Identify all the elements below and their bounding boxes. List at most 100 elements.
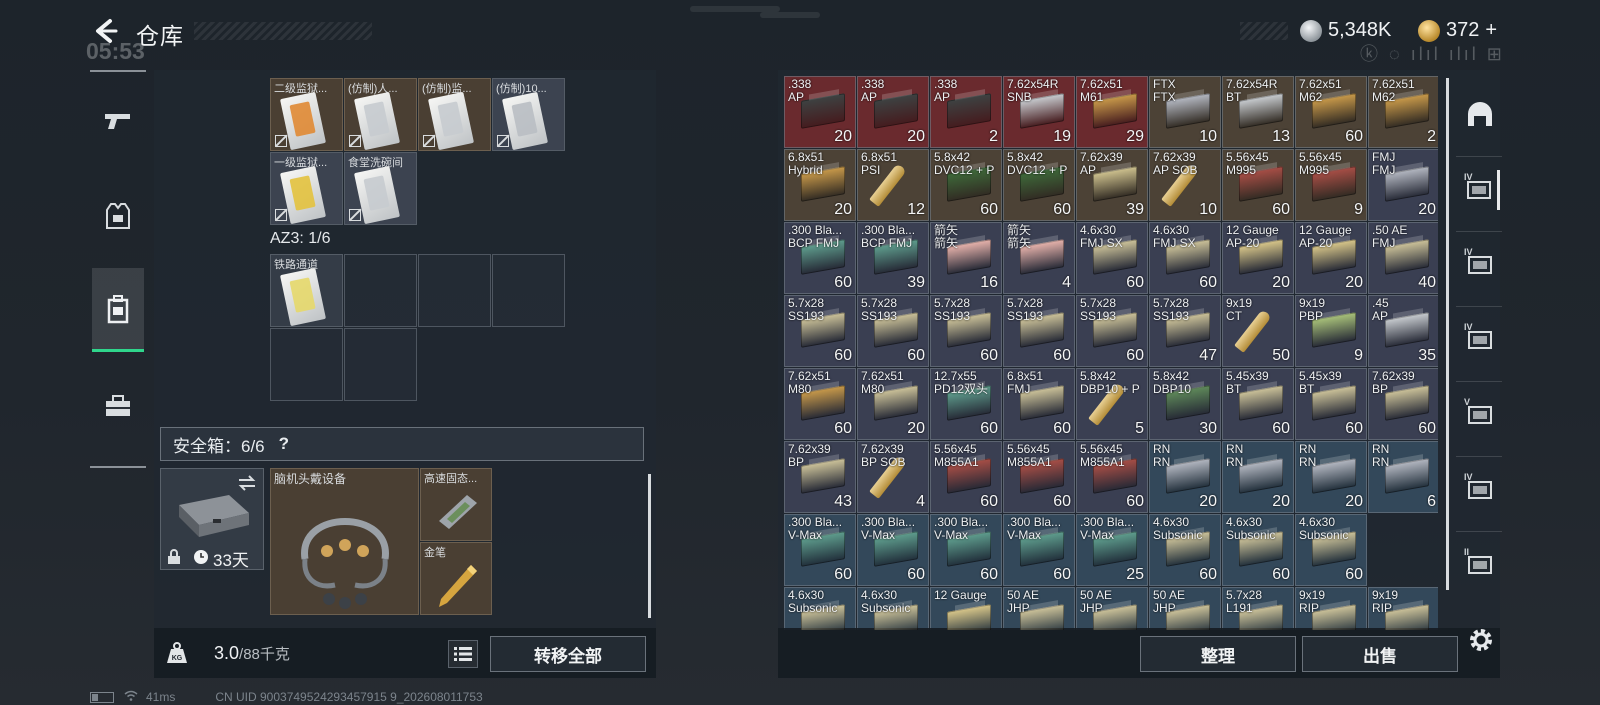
list-view-button[interactable] [448, 640, 478, 668]
stash-item[interactable]: FTX FTX 10 [1149, 76, 1221, 148]
keycard-slot[interactable]: (仿制)监... [418, 78, 491, 151]
az3-empty-slot[interactable] [492, 254, 565, 327]
stash-item[interactable]: 箭矢 箭矢 4 [1003, 222, 1075, 294]
tab-stash-page[interactable]: V [1460, 395, 1500, 435]
stash-item[interactable]: 4.6x30 Subsonic [857, 587, 929, 630]
stash-item[interactable]: 5.7x28 SS193 60 [930, 295, 1002, 367]
settings-button[interactable] [1465, 624, 1497, 656]
stash-item[interactable]: 7.62x39 AP SOB 10 [1149, 149, 1221, 221]
stash-item[interactable]: 5.7x28 SS193 60 [1076, 295, 1148, 367]
stash-item[interactable]: 5.56x45 M855A1 60 [1076, 441, 1148, 513]
stash-scrollbar[interactable] [1446, 78, 1449, 590]
stash-item[interactable]: RN RN 20 [1295, 441, 1367, 513]
stash-item[interactable]: 5.7x28 SS193 60 [784, 295, 856, 367]
stash-item[interactable]: 5.7x28 SS193 60 [1003, 295, 1075, 367]
tab-equipment[interactable] [1460, 96, 1500, 136]
nav-gear[interactable] [92, 174, 144, 258]
tab-stash-page[interactable]: IV [1460, 170, 1500, 210]
add-currency-button[interactable]: + [1485, 19, 1497, 42]
nav-containers[interactable] [92, 268, 144, 352]
stash-item[interactable]: 4.6x30 Subsonic [784, 587, 856, 630]
nav-supplies[interactable] [92, 364, 144, 448]
keycard-slot[interactable]: 一级监狱... [270, 152, 343, 225]
stash-item[interactable]: .300 Bla... BCP FMJ 39 [857, 222, 929, 294]
stash-item[interactable]: RN RN 20 [1222, 441, 1294, 513]
stash-item[interactable]: .338 AP 20 [784, 76, 856, 148]
stash-item[interactable]: FMJ FMJ 20 [1368, 149, 1438, 221]
stash-item[interactable]: 5.8x42 DBP10 30 [1149, 368, 1221, 440]
tab-stash-page[interactable]: II [1460, 545, 1500, 585]
stash-item[interactable]: 5.7x28 L191 [1222, 587, 1294, 630]
stash-item[interactable]: 5.45x39 BT 60 [1222, 368, 1294, 440]
stash-item[interactable]: 4.6x30 Subsonic 60 [1295, 514, 1367, 586]
stash-item[interactable]: .300 Bla... V-Max 60 [784, 514, 856, 586]
tab-stash-page[interactable]: IV [1460, 470, 1500, 510]
stash-item[interactable]: .338 AP 20 [857, 76, 929, 148]
stash-item[interactable]: 9x19 RIP [1368, 587, 1438, 630]
az3-empty-slot[interactable] [418, 254, 491, 327]
safe-item-gold-pen[interactable]: 金笔 [420, 542, 492, 615]
stash-item[interactable]: 5.8x42 DVC12 + P 60 [1003, 149, 1075, 221]
stash-item[interactable]: .50 AE FMJ 40 [1368, 222, 1438, 294]
keycard-slot[interactable]: 食堂洗碗间 [344, 152, 417, 225]
sell-button[interactable]: 出售 [1302, 636, 1458, 672]
stash-item[interactable]: 7.62x54R BT 13 [1222, 76, 1294, 148]
stash-item[interactable]: 4.6x30 Subsonic 60 [1222, 514, 1294, 586]
stash-item[interactable]: RN RN 20 [1149, 441, 1221, 513]
transfer-all-button[interactable]: 转移全部 [490, 636, 646, 672]
keycard-slot[interactable]: 二级监狱... [270, 78, 343, 151]
stash-item[interactable]: 箭矢 箭矢 16 [930, 222, 1002, 294]
stash-item[interactable]: 4.6x30 FMJ SX 60 [1076, 222, 1148, 294]
stash-item[interactable]: 5.8x42 DVC12 + P 60 [930, 149, 1002, 221]
stash-item[interactable]: 50 AE JHP [1076, 587, 1148, 630]
stash-item[interactable]: 12 Gauge [930, 587, 1002, 630]
stash-item[interactable]: 7.62x54R SNB 19 [1003, 76, 1075, 148]
stash-item[interactable]: .300 Bla... BCP FMJ 60 [784, 222, 856, 294]
stash-item[interactable]: 5.56x45 M855A1 60 [930, 441, 1002, 513]
stash-item[interactable]: 5.56x45 M855A1 60 [1003, 441, 1075, 513]
az3-empty-slot[interactable] [344, 328, 417, 401]
left-scrollbar[interactable] [648, 474, 651, 618]
stash-item[interactable]: 7.62x39 BP 60 [1368, 368, 1438, 440]
stash-item[interactable]: 7.62x39 BP 43 [784, 441, 856, 513]
stash-item[interactable]: 4.6x30 FMJ SX 60 [1149, 222, 1221, 294]
stash-item[interactable]: 5.7x28 SS193 60 [857, 295, 929, 367]
stash-item[interactable]: 7.62x51 M62 2 [1368, 76, 1438, 148]
stash-item[interactable]: 5.8x42 DBP10 + P 5 [1076, 368, 1148, 440]
stash-item[interactable]: 12.7x55 PD12双头 60 [930, 368, 1002, 440]
stash-item[interactable]: RN RN 6 [1368, 441, 1438, 513]
stash-item[interactable]: 4.6x30 Subsonic 60 [1149, 514, 1221, 586]
help-button[interactable]: ? [279, 434, 289, 454]
stash-item[interactable]: .300 Bla... V-Max 60 [1003, 514, 1075, 586]
stash-item[interactable]: 7.62x51 M80 60 [784, 368, 856, 440]
az3-empty-slot[interactable] [270, 328, 343, 401]
stash-item[interactable]: 7.62x51 M80 20 [857, 368, 929, 440]
stash-item[interactable]: 6.8x51 Hybrid 20 [784, 149, 856, 221]
stash-item[interactable]: 5.45x39 BT 60 [1295, 368, 1367, 440]
stash-item[interactable]: 5.56x45 M995 9 [1295, 149, 1367, 221]
stash-item[interactable]: 9x19 CT 50 [1222, 295, 1294, 367]
stash-item[interactable]: 6.8x51 FMJ 60 [1003, 368, 1075, 440]
stash-item[interactable]: 9x19 PBP 9 [1295, 295, 1367, 367]
safe-case-slot[interactable]: 33天 [160, 468, 264, 570]
stash-item[interactable]: 6.8x51 PSI 12 [857, 149, 929, 221]
stash-item[interactable]: 9x19 RIP [1295, 587, 1367, 630]
stash-item[interactable]: 7.62x39 AP 39 [1076, 149, 1148, 221]
stash-item[interactable]: 50 AE JHP [1003, 587, 1075, 630]
safe-item-bci-headset[interactable]: 脑机头戴设备 [270, 468, 419, 615]
stash-item[interactable]: 12 Gauge AP-20 20 [1295, 222, 1367, 294]
stash-item[interactable]: 12 Gauge AP-20 20 [1222, 222, 1294, 294]
stash-item[interactable]: .300 Bla... V-Max 25 [1076, 514, 1148, 586]
stash-item[interactable]: 7.62x39 BP SOB 4 [857, 441, 929, 513]
az3-slot-rail-card[interactable]: 铁路通道 [270, 254, 343, 327]
safe-item-ssd[interactable]: 高速固态... [420, 468, 492, 541]
stash-item[interactable]: 7.62x51 M62 60 [1295, 76, 1367, 148]
stash-item[interactable]: 50 AE JHP [1149, 587, 1221, 630]
tab-stash-page[interactable]: IV [1460, 245, 1500, 285]
currency-gold[interactable]: 372 + [1418, 19, 1497, 42]
stash-item[interactable]: .300 Bla... V-Max 60 [857, 514, 929, 586]
az3-empty-slot[interactable] [344, 254, 417, 327]
sort-button[interactable]: 整理 [1140, 636, 1296, 672]
keycard-slot[interactable]: (仿制)10... [492, 78, 565, 151]
stash-item[interactable]: 5.7x28 SS193 47 [1149, 295, 1221, 367]
